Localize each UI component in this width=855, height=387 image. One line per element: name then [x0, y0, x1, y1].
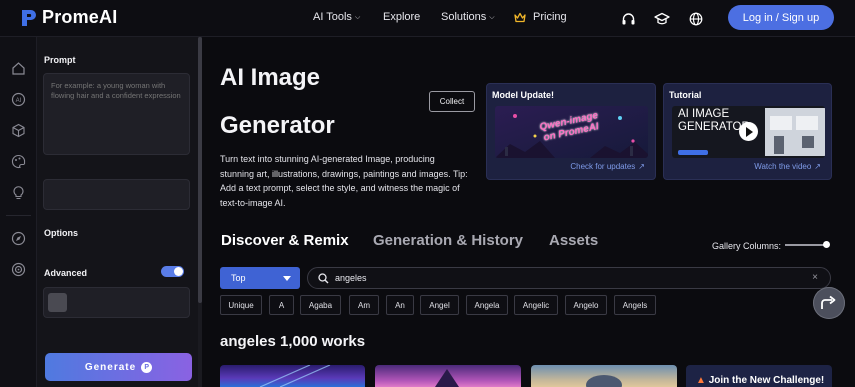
nav-explore[interactable]: Explore — [383, 11, 420, 23]
check-updates-label: Check for updates — [570, 162, 636, 171]
fire-icon: ▲ — [696, 375, 706, 386]
svg-text:AI: AI — [16, 98, 22, 104]
panel-scrollbar[interactable] — [198, 37, 202, 303]
advanced-toggle[interactable] — [161, 266, 184, 277]
chip-an[interactable]: An — [386, 295, 414, 315]
promeai-logo-icon — [22, 9, 36, 26]
tutorial-card[interactable]: Tutorial AI IMAGE GENERATOR Watch the vi… — [663, 83, 832, 180]
headset-icon[interactable] — [619, 10, 637, 28]
results-heading: angeles 1,000 works — [220, 333, 366, 350]
chip-angel[interactable]: Angel — [420, 295, 459, 315]
cube-icon[interactable] — [11, 123, 26, 138]
challenge-text: Join the New Challenge! — [708, 375, 825, 386]
search-input[interactable] — [335, 273, 795, 283]
page-title-line2: Generator — [220, 112, 335, 139]
nav-explore-label: Explore — [383, 11, 421, 23]
challenge-banner[interactable]: ▲ Join the New Challenge! — [686, 365, 832, 387]
page-title-line1: AI Image — [220, 64, 321, 91]
coin-icon: P — [141, 361, 153, 373]
collect-button[interactable]: Collect — [429, 91, 475, 112]
advanced-label: Advanced — [44, 268, 88, 278]
palette-icon[interactable] — [11, 154, 26, 169]
gallery-item[interactable] — [531, 365, 677, 387]
toggle-knob — [174, 267, 183, 276]
brand-name: PromeAI — [42, 7, 118, 27]
nav-solutions-label: Solutions — [441, 11, 487, 23]
top-navigation: PromeAI AI Tools ⌵ Explore Solutions ⌵ P… — [0, 0, 855, 37]
sort-select[interactable]: Top — [220, 267, 300, 289]
clear-search-icon[interactable]: × — [812, 272, 818, 283]
tab-generation-history[interactable]: Generation & History — [373, 232, 523, 249]
gallery-columns-slider[interactable] — [785, 244, 827, 246]
options-label: Options — [44, 228, 78, 238]
tab-assets[interactable]: Assets — [549, 232, 598, 249]
share-icon — [821, 295, 836, 309]
chip-agaba[interactable]: Agaba — [300, 295, 341, 315]
search-icon — [318, 272, 329, 283]
sort-select-value: Top — [231, 273, 246, 283]
compass-icon[interactable] — [11, 231, 26, 246]
generate-button[interactable]: Generate P — [45, 353, 192, 381]
model-update-card[interactable]: Model Update! Qwen-image on PromeAI Chec… — [486, 83, 656, 180]
chip-am[interactable]: Am — [349, 295, 379, 315]
tutorial-title: Tutorial — [669, 90, 702, 100]
chip-unique[interactable]: Unique — [220, 295, 262, 315]
chevron-down-icon: ⌵ — [489, 13, 495, 21]
generate-label: Generate — [84, 361, 137, 373]
gallery-columns-label: Gallery Columns: — [712, 241, 782, 251]
chip-angelo[interactable]: Angelo — [565, 295, 607, 315]
model-update-title: Model Update! — [492, 90, 554, 100]
tutorial-thumbnail: AI IMAGE GENERATOR — [672, 106, 825, 158]
play-icon[interactable] — [739, 122, 758, 141]
watch-video-label: Watch the video — [754, 162, 812, 171]
chip-angela[interactable]: Angela — [466, 295, 508, 315]
utility-icons — [619, 10, 705, 28]
gallery-item[interactable] — [375, 365, 521, 387]
nav-pricing[interactable]: Pricing — [514, 11, 567, 23]
negative-prompt-field[interactable] — [43, 179, 190, 210]
tab-discover-remix[interactable]: Discover & Remix — [221, 232, 349, 249]
nav-ai-tools[interactable]: AI Tools ⌵ — [313, 11, 360, 23]
nav-ai-tools-label: AI Tools — [313, 11, 352, 23]
share-button[interactable] — [813, 287, 845, 319]
model-update-image: Qwen-image on PromeAI — [495, 106, 648, 158]
prompt-label: Prompt — [44, 55, 76, 65]
watch-video-link[interactable]: Watch the video ↗ — [754, 162, 821, 171]
tool-rail: AI — [0, 37, 37, 387]
reference-image-thumbnail[interactable] — [48, 293, 67, 312]
brand-logo[interactable]: PromeAI — [20, 7, 117, 28]
crown-icon — [514, 12, 526, 22]
gallery-columns-slider-handle[interactable] — [823, 241, 830, 248]
ai-icon[interactable]: AI — [11, 92, 26, 107]
rail-divider — [6, 215, 31, 216]
hero-description: Turn text into stunning AI-generated Ima… — [220, 154, 468, 208]
login-signup-button[interactable]: Log in / Sign up — [728, 5, 834, 30]
caret-down-icon — [283, 275, 291, 281]
chip-angels[interactable]: Angels — [614, 295, 656, 315]
target-icon[interactable] — [11, 262, 26, 277]
prompt-input[interactable] — [43, 73, 190, 155]
chip-angelic[interactable]: Angelic — [514, 295, 558, 315]
chip-a[interactable]: A — [269, 295, 294, 315]
globe-icon[interactable] — [687, 10, 705, 28]
nav-solutions[interactable]: Solutions ⌵ — [441, 11, 495, 23]
nav-pricing-label: Pricing — [533, 11, 567, 23]
arrow-up-right-icon: ↗ — [814, 162, 821, 171]
chevron-down-icon: ⌵ — [354, 13, 361, 21]
gallery-item[interactable] — [220, 365, 365, 387]
search-bar: × — [307, 267, 831, 289]
home-icon[interactable] — [11, 61, 26, 76]
lightbulb-icon[interactable] — [11, 185, 26, 200]
check-updates-link[interactable]: Check for updates ↗ — [570, 162, 645, 171]
graduation-cap-icon[interactable] — [653, 10, 671, 28]
arrow-up-right-icon: ↗ — [638, 162, 645, 171]
